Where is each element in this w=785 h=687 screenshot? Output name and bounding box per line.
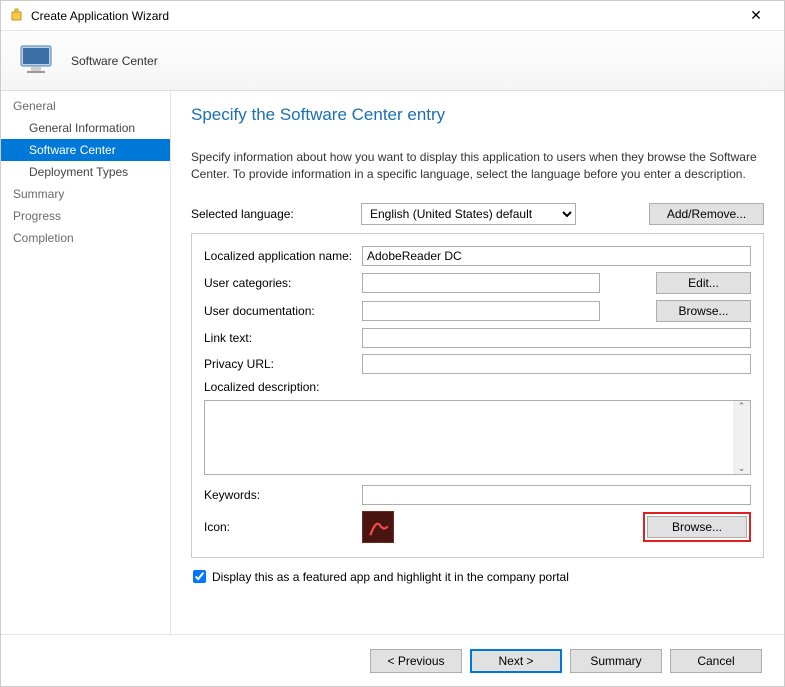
- description-textarea[interactable]: [205, 401, 732, 474]
- icon-browse-highlight: Browse...: [643, 512, 751, 542]
- close-button[interactable]: ✕: [736, 7, 776, 24]
- keywords-label: Keywords:: [204, 488, 362, 502]
- user-doc-browse-button[interactable]: Browse...: [656, 300, 751, 322]
- user-doc-label: User documentation:: [204, 304, 362, 318]
- user-categories-input[interactable]: [362, 273, 600, 293]
- scrollbar[interactable]: ⌃ ⌄: [733, 401, 750, 474]
- app-name-input[interactable]: [362, 246, 751, 266]
- sidebar-general[interactable]: General: [1, 95, 170, 117]
- cancel-button[interactable]: Cancel: [670, 649, 762, 673]
- sidebar: General General Information Software Cen…: [1, 91, 171, 634]
- header-label: Software Center: [71, 54, 158, 68]
- privacy-url-input[interactable]: [362, 354, 751, 374]
- keywords-input[interactable]: [362, 485, 751, 505]
- sidebar-progress[interactable]: Progress: [1, 205, 170, 227]
- previous-button[interactable]: < Previous: [370, 649, 462, 673]
- wizard-window: Create Application Wizard ✕ Software Cen…: [0, 0, 785, 687]
- monitor-icon: [17, 40, 59, 82]
- scroll-down-icon[interactable]: ⌄: [738, 463, 746, 474]
- edit-button[interactable]: Edit...: [656, 272, 751, 294]
- featured-row: Display this as a featured app and highl…: [191, 564, 764, 590]
- link-text-input[interactable]: [362, 328, 751, 348]
- app-name-label: Localized application name:: [204, 249, 362, 263]
- user-doc-input[interactable]: [362, 301, 600, 321]
- sidebar-general-information[interactable]: General Information: [1, 117, 170, 139]
- sidebar-summary[interactable]: Summary: [1, 183, 170, 205]
- featured-checkbox[interactable]: [193, 570, 206, 583]
- content-pane: Specify the Software Center entry Specif…: [171, 91, 784, 634]
- next-button[interactable]: Next >: [470, 649, 562, 673]
- icon-browse-button[interactable]: Browse...: [647, 516, 747, 538]
- icon-label: Icon:: [204, 520, 362, 534]
- titlebar: Create Application Wizard ✕: [1, 1, 784, 31]
- add-remove-button[interactable]: Add/Remove...: [649, 203, 764, 225]
- sidebar-completion[interactable]: Completion: [1, 227, 170, 249]
- privacy-url-label: Privacy URL:: [204, 357, 362, 371]
- app-icon: [9, 8, 25, 24]
- summary-button[interactable]: Summary: [570, 649, 662, 673]
- user-categories-label: User categories:: [204, 276, 362, 290]
- scroll-up-icon[interactable]: ⌃: [738, 401, 746, 412]
- adobe-reader-icon: [362, 511, 394, 543]
- window-title: Create Application Wizard: [31, 9, 736, 23]
- description-label: Localized description:: [204, 380, 362, 394]
- selected-language-label: Selected language:: [191, 207, 361, 221]
- footer: < Previous Next > Summary Cancel: [1, 634, 784, 686]
- selected-language-select[interactable]: English (United States) default: [361, 203, 576, 225]
- sidebar-software-center[interactable]: Software Center: [1, 139, 170, 161]
- link-text-label: Link text:: [204, 331, 362, 345]
- wizard-header: Software Center: [1, 31, 784, 91]
- featured-label[interactable]: Display this as a featured app and highl…: [212, 570, 569, 584]
- page-title: Specify the Software Center entry: [191, 105, 764, 125]
- sidebar-deployment-types[interactable]: Deployment Types: [1, 161, 170, 183]
- form-fieldset: Localized application name: User categor…: [191, 233, 764, 558]
- description-area: ⌃ ⌄: [204, 400, 751, 475]
- instructions-text: Specify information about how you want t…: [191, 149, 764, 183]
